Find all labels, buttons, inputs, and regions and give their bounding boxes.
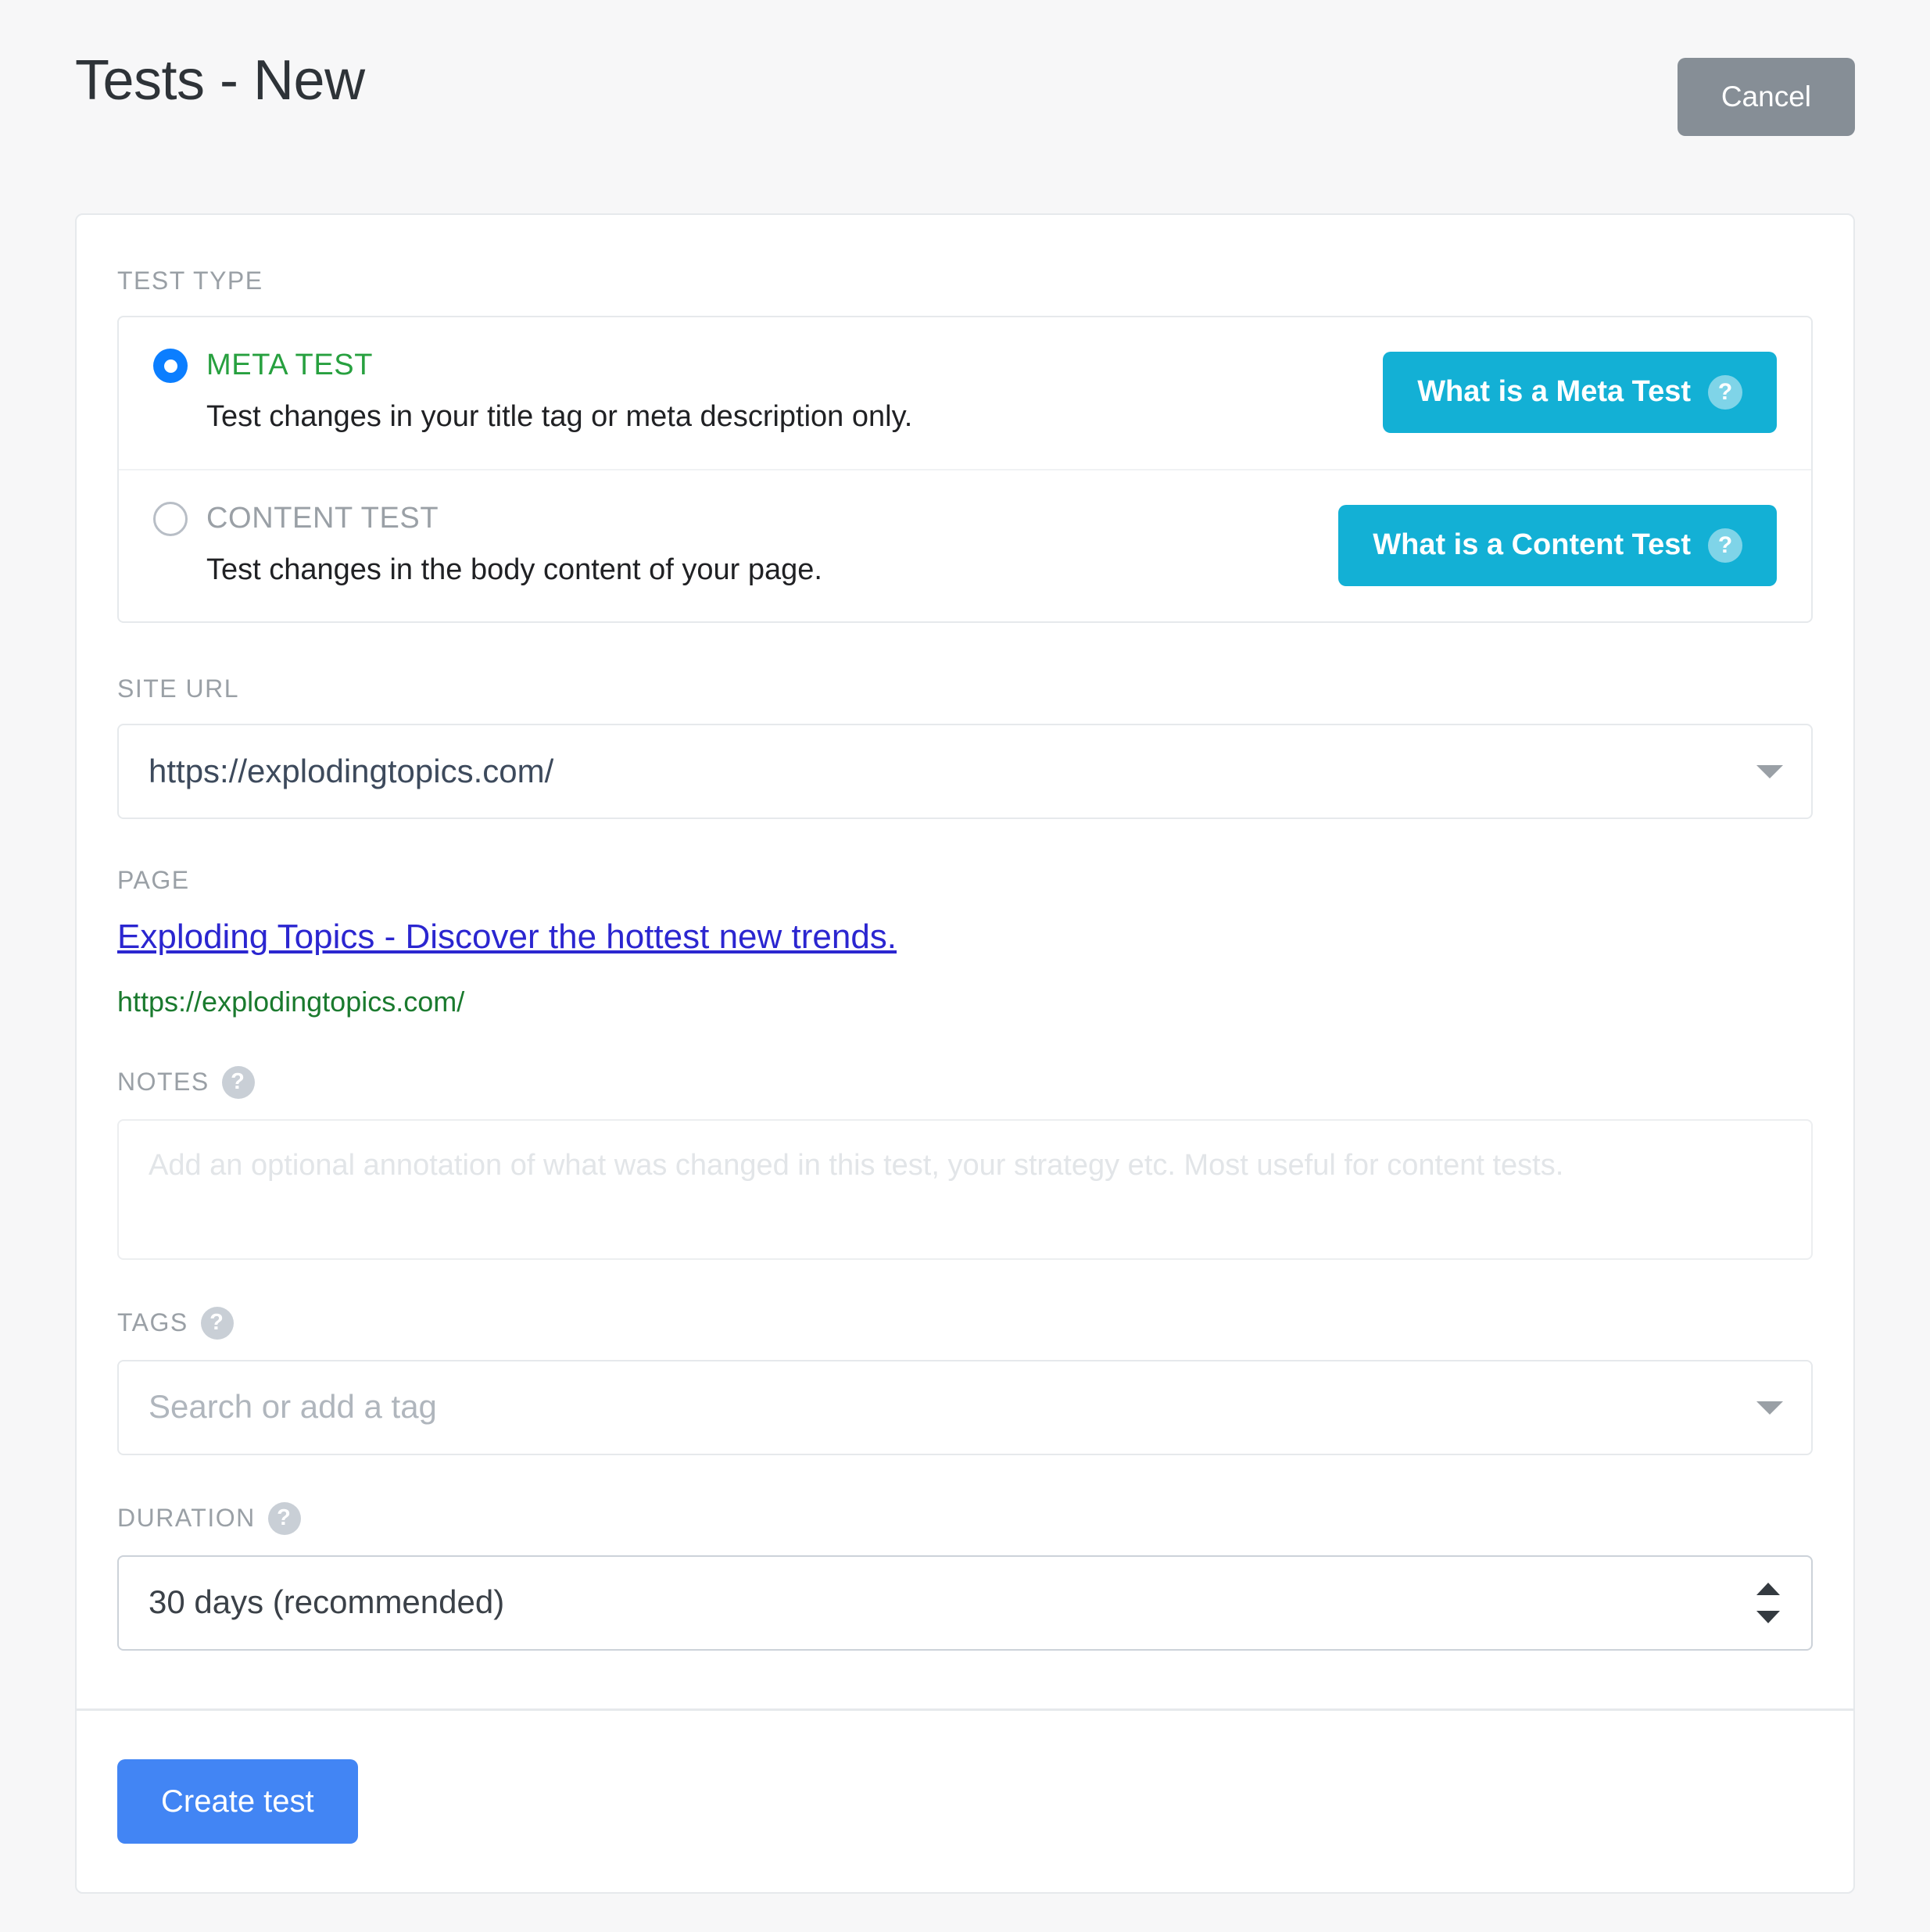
page-result-title-link[interactable]: Exploding Topics - Discover the hottest … (117, 915, 897, 958)
tags-placeholder: Search or add a tag (149, 1388, 437, 1426)
question-mark-icon[interactable]: ? (221, 1065, 255, 1099)
notes-field: NOTES ? Add an optional annotation of wh… (117, 1065, 1813, 1260)
page-label-text: PAGE (117, 866, 190, 895)
meta-test-description: Test changes in your title tag or meta d… (206, 400, 913, 434)
notes-label: NOTES ? (117, 1065, 1813, 1099)
test-type-label: TEST TYPE (117, 267, 1813, 295)
form-footer: Create test (77, 1708, 1853, 1892)
site-url-value: https://explodingtopics.com/ (149, 753, 554, 790)
cancel-button[interactable]: Cancel (1677, 58, 1855, 137)
tags-label-text: TAGS (117, 1308, 188, 1337)
chevron-down-icon[interactable] (1756, 1401, 1783, 1415)
tags-label: TAGS ? (117, 1306, 1813, 1340)
test-type-option-meta[interactable]: META TEST Test changes in your title tag… (119, 317, 1811, 469)
new-test-form-card: TEST TYPE META TEST Test changes in your… (75, 213, 1855, 1894)
content-test-header: CONTENT TEST (153, 501, 1315, 536)
form-body: TEST TYPE META TEST Test changes in your… (77, 215, 1853, 1708)
duration-field: DURATION ? 30 days (recommended) (117, 1501, 1813, 1651)
page-label: PAGE (117, 866, 1813, 895)
meta-test-header: META TEST (153, 349, 1359, 384)
content-test-title: CONTENT TEST (206, 501, 439, 535)
content-test-description: Test changes in the body content of your… (206, 553, 822, 586)
site-url-field: SITE URL https://explodingtopics.com/ (117, 674, 1813, 820)
meta-test-title: META TEST (206, 349, 374, 382)
notes-label-text: NOTES (117, 1068, 209, 1097)
what-is-content-test-label: What is a Content Test (1373, 528, 1691, 561)
test-type-label-text: TEST TYPE (117, 267, 263, 295)
radio-content-test[interactable] (153, 501, 188, 536)
what-is-meta-test-label: What is a Meta Test (1417, 375, 1691, 409)
page-header: Tests - New Cancel (0, 0, 1930, 137)
notes-textarea[interactable]: Add an optional annotation of what was c… (117, 1118, 1813, 1260)
arrow-up-icon (1756, 1582, 1780, 1595)
tags-field: TAGS ? Search or add a tag (117, 1306, 1813, 1455)
page-result: Exploding Topics - Discover the hottest … (117, 915, 1813, 1018)
arrow-down-icon (1756, 1610, 1780, 1623)
up-down-arrows-icon[interactable] (1756, 1582, 1780, 1623)
chevron-down-icon[interactable] (1756, 765, 1783, 779)
test-type-option-content[interactable]: CONTENT TEST Test changes in the body co… (119, 468, 1811, 622)
tags-select[interactable]: Search or add a tag (117, 1359, 1813, 1455)
question-mark-icon: ? (1708, 528, 1742, 563)
site-url-label: SITE URL (117, 674, 1813, 703)
what-is-meta-test-button[interactable]: What is a Meta Test ? (1383, 352, 1777, 434)
duration-label-text: DURATION (117, 1504, 256, 1533)
duration-selected-value: 30 days (recommended) (149, 1583, 505, 1621)
site-url-select[interactable]: https://explodingtopics.com/ (117, 724, 1813, 820)
page-field: PAGE Exploding Topics - Discover the hot… (117, 866, 1813, 1018)
create-test-button[interactable]: Create test (117, 1758, 358, 1844)
page-result-url: https://explodingtopics.com/ (117, 986, 465, 1018)
site-url-label-text: SITE URL (117, 674, 240, 703)
what-is-content-test-button[interactable]: What is a Content Test ? (1338, 504, 1777, 586)
duration-label: DURATION ? (117, 1501, 1813, 1535)
notes-placeholder: Add an optional annotation of what was c… (149, 1148, 1564, 1182)
question-mark-icon: ? (1708, 375, 1742, 410)
meta-test-info: META TEST Test changes in your title tag… (153, 349, 1359, 436)
page-title: Tests - New (75, 49, 365, 112)
content-test-info: CONTENT TEST Test changes in the body co… (153, 501, 1315, 589)
question-mark-icon[interactable]: ? (267, 1501, 301, 1535)
duration-select[interactable]: 30 days (recommended) (117, 1555, 1813, 1651)
test-type-options: META TEST Test changes in your title tag… (117, 316, 1813, 624)
question-mark-icon[interactable]: ? (200, 1306, 234, 1340)
radio-meta-test[interactable] (153, 349, 188, 384)
